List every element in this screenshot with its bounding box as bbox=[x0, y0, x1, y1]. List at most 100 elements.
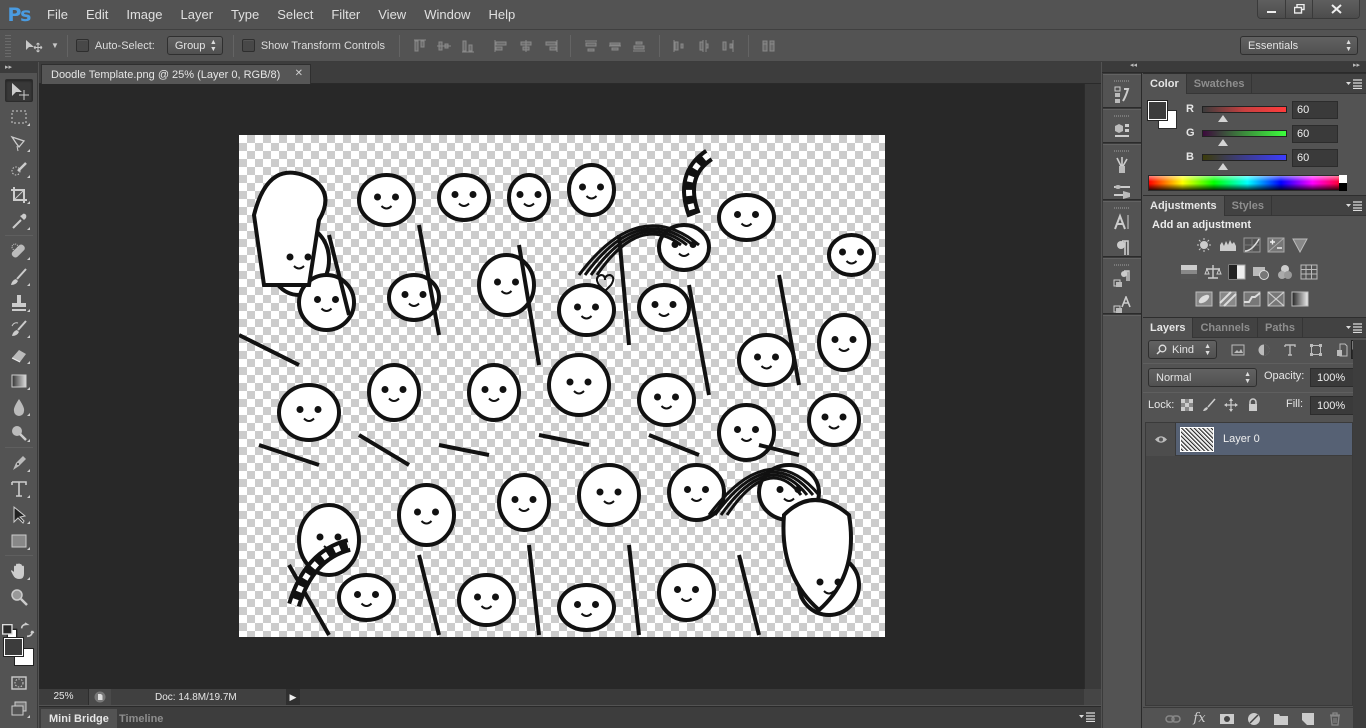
history-panel-button[interactable] bbox=[1103, 82, 1141, 108]
distribute-top-edges-button[interactable] bbox=[580, 36, 602, 56]
color-balance-button[interactable] bbox=[1201, 262, 1224, 282]
gradient-tool[interactable] bbox=[5, 369, 33, 392]
color-lookup-button[interactable] bbox=[1297, 262, 1320, 282]
black-white-picker[interactable] bbox=[1339, 175, 1347, 191]
channel-mixer-button[interactable] bbox=[1273, 262, 1296, 282]
rectangle-tool[interactable] bbox=[5, 529, 33, 552]
posterize-button[interactable] bbox=[1216, 289, 1239, 309]
character-panel-button[interactable] bbox=[1103, 209, 1141, 235]
new-group-button[interactable] bbox=[1267, 711, 1294, 727]
default-colors-button[interactable] bbox=[2, 624, 18, 640]
filter-adjustment-layers-button[interactable] bbox=[1252, 341, 1276, 359]
distribute-left-edges-button[interactable] bbox=[669, 36, 691, 56]
add-layer-style-button[interactable]: fx bbox=[1186, 711, 1213, 727]
eyedropper-tool[interactable] bbox=[5, 209, 33, 232]
distribute-vertical-centers-button[interactable] bbox=[604, 36, 626, 56]
menu-select[interactable]: Select bbox=[268, 7, 322, 22]
auto-select-target-dropdown[interactable]: Group ▲ ▼ bbox=[166, 36, 223, 55]
slider-thumb[interactable] bbox=[1217, 138, 1228, 146]
panel-menu-button[interactable] bbox=[1346, 323, 1362, 336]
layer-name[interactable]: Layer 0 bbox=[1223, 433, 1260, 445]
collapse-dock-icon[interactable]: ◂◂ bbox=[1130, 61, 1137, 69]
zoom-level-field[interactable]: 25% bbox=[39, 689, 89, 705]
tab-paths[interactable]: Paths bbox=[1258, 318, 1303, 338]
restore-button[interactable] bbox=[1285, 0, 1312, 18]
status-menu-arrow[interactable]: ▶ bbox=[286, 689, 300, 705]
minimize-button[interactable] bbox=[1258, 0, 1285, 18]
add-layer-mask-button[interactable] bbox=[1213, 711, 1240, 727]
close-button[interactable] bbox=[1312, 0, 1359, 18]
options-bar-grip[interactable] bbox=[5, 34, 11, 57]
panel-menu-button[interactable] bbox=[1346, 201, 1362, 214]
workspace-switcher[interactable]: Essentials ▲ ▼ bbox=[1240, 36, 1358, 55]
threshold-button[interactable] bbox=[1240, 289, 1263, 309]
blur-tool[interactable] bbox=[5, 395, 33, 418]
auto-align-layers-button[interactable] bbox=[758, 36, 780, 56]
align-vertical-centers-button[interactable] bbox=[433, 36, 455, 56]
photo-filter-button[interactable] bbox=[1249, 262, 1272, 282]
new-layer-button[interactable] bbox=[1294, 711, 1321, 727]
menu-view[interactable]: View bbox=[369, 7, 415, 22]
black-white-button[interactable] bbox=[1225, 262, 1248, 282]
filter-kind-dropdown[interactable]: Kind ▲ ▼ bbox=[1148, 340, 1217, 359]
zoom-tool[interactable] bbox=[5, 585, 33, 608]
paragraph-styles-button[interactable] bbox=[1103, 266, 1141, 292]
foreground-color-swatch[interactable] bbox=[1147, 100, 1168, 121]
screen-mode-button[interactable] bbox=[5, 697, 33, 720]
tab-adjustments[interactable]: Adjustments bbox=[1143, 196, 1225, 216]
channel-value-g[interactable]: 60 bbox=[1292, 125, 1338, 143]
levels-button[interactable] bbox=[1216, 235, 1239, 255]
link-layers-button[interactable] bbox=[1159, 711, 1186, 727]
close-tab-icon[interactable]: ✕ bbox=[295, 68, 303, 79]
menu-type[interactable]: Type bbox=[222, 7, 268, 22]
exposure-button[interactable] bbox=[1264, 235, 1287, 255]
hand-tool[interactable] bbox=[5, 559, 33, 582]
eraser-tool[interactable] bbox=[5, 343, 33, 366]
vibrance-button[interactable] bbox=[1288, 235, 1311, 255]
tab-timeline[interactable]: Timeline bbox=[111, 709, 171, 728]
history-brush-tool[interactable] bbox=[5, 317, 33, 340]
tab-layers[interactable]: Layers bbox=[1143, 318, 1194, 338]
polygonal-lasso-tool[interactable] bbox=[5, 131, 33, 154]
menu-image[interactable]: Image bbox=[117, 7, 171, 22]
horizontal-type-tool[interactable] bbox=[5, 477, 33, 500]
panel-scrollbar[interactable] bbox=[1353, 340, 1366, 728]
rectangular-marquee-tool[interactable] bbox=[5, 105, 33, 128]
blend-mode-dropdown[interactable]: Normal ▲ ▼ bbox=[1148, 368, 1257, 387]
menu-file[interactable]: File bbox=[38, 7, 77, 22]
lock-image-pixels-button[interactable] bbox=[1202, 398, 1216, 412]
pen-tool[interactable] bbox=[5, 451, 33, 474]
document-image[interactable] bbox=[239, 135, 885, 637]
tab-swatches[interactable]: Swatches bbox=[1187, 74, 1253, 94]
hue-saturation-button[interactable] bbox=[1177, 262, 1200, 282]
tab-mini-bridge[interactable]: Mini Bridge bbox=[41, 709, 117, 728]
slider-thumb[interactable] bbox=[1217, 162, 1228, 170]
gradient-map-button[interactable] bbox=[1288, 289, 1311, 309]
lock-transparent-pixels-button[interactable] bbox=[1180, 398, 1194, 412]
panel-menu-button[interactable] bbox=[1346, 79, 1362, 92]
layer-row[interactable]: Layer 0 bbox=[1146, 423, 1352, 456]
curves-button[interactable] bbox=[1240, 235, 1263, 255]
menu-window[interactable]: Window bbox=[415, 7, 479, 22]
tab-channels[interactable]: Channels bbox=[1193, 318, 1258, 338]
foreground-color-swatch[interactable] bbox=[3, 637, 24, 657]
invert-button[interactable] bbox=[1192, 289, 1215, 309]
align-bottom-edges-button[interactable] bbox=[457, 36, 479, 56]
filter-type-layers-button[interactable] bbox=[1278, 341, 1302, 359]
align-right-edges-button[interactable] bbox=[539, 36, 561, 56]
tab-styles[interactable]: Styles bbox=[1225, 196, 1273, 216]
fill-field[interactable]: 100% ▼ bbox=[1310, 396, 1366, 415]
filter-pixel-layers-button[interactable] bbox=[1226, 341, 1250, 359]
distribute-horizontal-centers-button[interactable] bbox=[693, 36, 715, 56]
move-tool[interactable] bbox=[5, 79, 33, 102]
properties-panel-button[interactable] bbox=[1103, 117, 1141, 143]
quick-selection-tool[interactable] bbox=[5, 157, 33, 180]
status-info-button[interactable] bbox=[89, 689, 111, 705]
document-tab[interactable]: Doodle Template.png @ 25% (Layer 0, RGB/… bbox=[41, 64, 311, 84]
auto-select-checkbox[interactable] bbox=[75, 39, 89, 52]
swap-colors-button[interactable] bbox=[19, 622, 35, 639]
clone-stamp-tool[interactable] bbox=[5, 291, 33, 314]
align-top-edges-button[interactable] bbox=[409, 36, 431, 56]
distribute-right-edges-button[interactable] bbox=[717, 36, 739, 56]
show-transform-controls-checkbox[interactable] bbox=[241, 39, 255, 52]
